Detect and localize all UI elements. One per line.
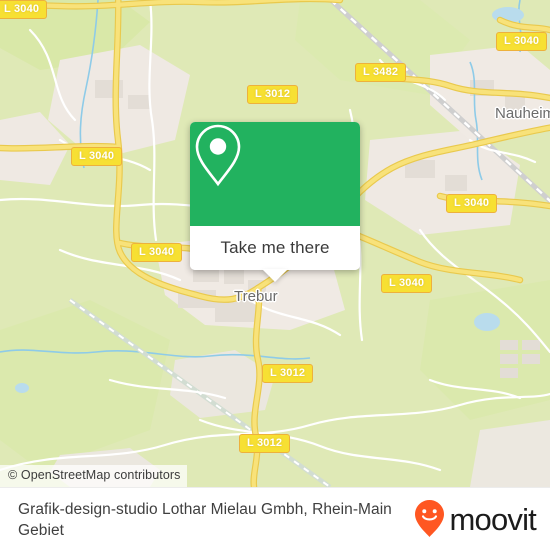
popup-icon-area [190, 122, 360, 226]
moovit-logo[interactable]: moovit [413, 499, 550, 539]
location-popup-card[interactable]: Take me there [190, 122, 360, 282]
road-shield: L 3040 [0, 0, 48, 19]
road-shield: L 3040 [71, 147, 123, 166]
screenshot-root: L 3040 L 3040 L 3482 L 3012 L 3040 L 304… [0, 0, 550, 550]
popup-tail [262, 269, 288, 282]
road-shield: L 3040 [496, 32, 548, 51]
place-label-trebur: Trebur [234, 288, 278, 305]
footer-bar: Grafik-design-studio Lothar Mielau Gmbh,… [0, 487, 550, 550]
page-title: Grafik-design-studio Lothar Mielau Gmbh,… [18, 500, 392, 539]
map-attribution[interactable]: © OpenStreetMap contributors [0, 465, 187, 487]
road-shield: L 3040 [131, 243, 183, 262]
take-me-there-label: Take me there [220, 238, 330, 257]
road-shield: L 3012 [262, 364, 314, 383]
road-shield: L 3012 [247, 85, 299, 104]
place-label-nauheim: Nauheim [495, 105, 550, 122]
road-shield: L 3040 [446, 194, 498, 213]
moovit-pin-smiley-icon [415, 499, 445, 537]
map-pin-icon [195, 124, 241, 187]
moovit-wordmark: moovit [449, 502, 536, 537]
road-shield: L 3482 [355, 63, 407, 82]
map-canvas[interactable]: L 3040 L 3040 L 3482 L 3012 L 3040 L 304… [0, 0, 550, 487]
take-me-there-button[interactable]: Take me there [190, 226, 360, 282]
road-shield: L 3040 [381, 274, 433, 293]
road-shield: L 3012 [239, 434, 291, 453]
